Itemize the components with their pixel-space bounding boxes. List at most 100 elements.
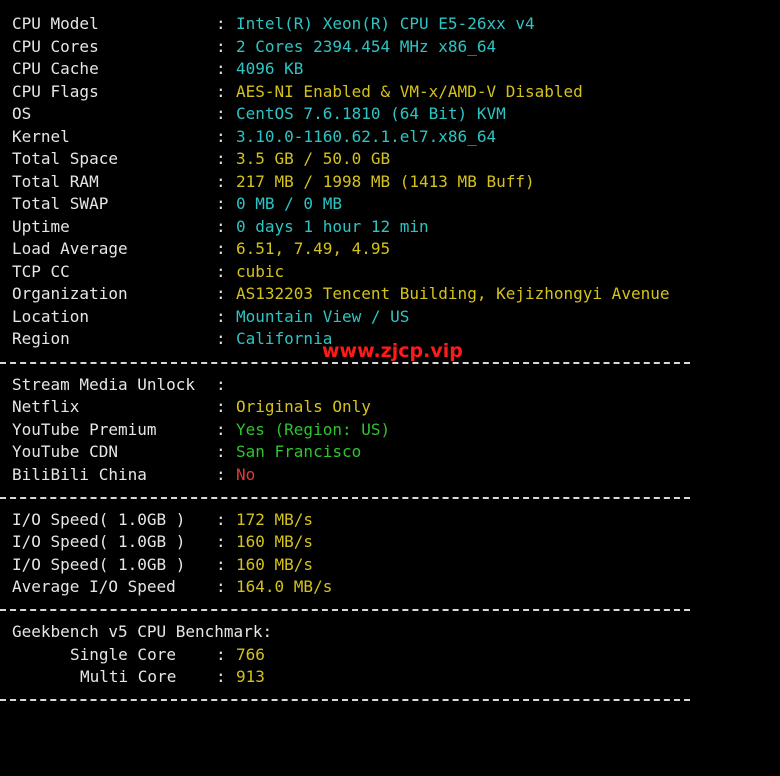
separator: : xyxy=(216,37,226,56)
label: Total SWAP xyxy=(12,194,109,213)
row-io-speed-2: I/O Speed( 1.0GB ) : 160 MB/s xyxy=(0,531,313,553)
divider xyxy=(0,362,690,364)
row-io-speed-3: I/O Speed( 1.0GB ) : 160 MB/s xyxy=(0,554,313,576)
label: OS xyxy=(12,104,32,123)
separator: : xyxy=(216,375,226,394)
divider xyxy=(0,497,690,499)
separator: : xyxy=(216,555,226,574)
row-uptime: Uptime : 0 days 1 hour 12 min xyxy=(0,216,429,238)
row-youtube-cdn: YouTube CDN : San Francisco xyxy=(0,441,361,463)
value: San Francisco xyxy=(236,442,362,461)
section-title: Geekbench v5 CPU Benchmark: xyxy=(12,622,273,641)
separator: : xyxy=(216,577,226,596)
value: 4096 KB xyxy=(236,59,304,78)
separator: : xyxy=(216,104,226,123)
separator: : xyxy=(216,420,226,439)
label: CPU Cores xyxy=(12,37,99,56)
value: 160 MB/s xyxy=(236,555,314,574)
row-cpu-model: CPU Model : Intel(R) Xeon(R) CPU E5-26xx… xyxy=(0,13,535,35)
value: 913 xyxy=(236,667,265,686)
value: CentOS 7.6.1810 (64 Bit) KVM xyxy=(236,104,506,123)
value: California xyxy=(236,329,333,348)
label: Netflix xyxy=(12,397,80,416)
label: CPU Cache xyxy=(12,59,99,78)
row-multi-core: Multi Core : 913 xyxy=(0,666,265,688)
label: Total RAM xyxy=(12,172,99,191)
row-average-io-speed: Average I/O Speed : 164.0 MB/s xyxy=(0,576,332,598)
label: Average I/O Speed xyxy=(12,577,176,596)
label: Region xyxy=(12,329,70,348)
value: Yes (Region: US) xyxy=(236,420,391,439)
row-io-speed-1: I/O Speed( 1.0GB ) : 172 MB/s xyxy=(0,509,313,531)
row-geekbench-header: Geekbench v5 CPU Benchmark: xyxy=(0,621,272,643)
label: Single Core xyxy=(70,645,176,664)
value: Originals Only xyxy=(236,397,371,416)
row-cpu-flags: CPU Flags : AES-NI Enabled & VM-x/AMD-V … xyxy=(0,81,583,103)
row-single-core: Single Core : 766 xyxy=(0,644,265,666)
row-cpu-cache: CPU Cache : 4096 KB xyxy=(0,58,303,80)
label: I/O Speed( 1.0GB ) xyxy=(12,555,186,574)
value: 164.0 MB/s xyxy=(236,577,333,596)
row-total-swap: Total SWAP : 0 MB / 0 MB xyxy=(0,193,342,215)
value: 172 MB/s xyxy=(236,510,314,529)
row-kernel: Kernel : 3.10.0-1160.62.1.el7.x86_64 xyxy=(0,126,496,148)
label: I/O Speed( 1.0GB ) xyxy=(12,532,186,551)
row-youtube-premium: YouTube Premium : Yes (Region: US) xyxy=(0,419,390,441)
value: 6.51, 7.49, 4.95 xyxy=(236,239,391,258)
value: 0 MB / 0 MB xyxy=(236,194,342,213)
label: BiliBili China xyxy=(12,465,147,484)
label: YouTube Premium xyxy=(12,420,157,439)
separator: : xyxy=(216,329,226,348)
separator: : xyxy=(216,149,226,168)
separator: : xyxy=(216,510,226,529)
separator: : xyxy=(216,532,226,551)
divider xyxy=(0,699,690,701)
separator: : xyxy=(216,667,226,686)
separator: : xyxy=(216,127,226,146)
terminal-output: CPU Model : Intel(R) Xeon(R) CPU E5-26xx… xyxy=(0,0,780,705)
watermark: www.zjcp.vip xyxy=(322,340,463,362)
label: Multi Core xyxy=(80,667,177,686)
separator: : xyxy=(216,82,226,101)
separator: : xyxy=(216,307,226,326)
label: Load Average xyxy=(12,239,128,258)
value: Mountain View / US xyxy=(236,307,410,326)
value: No xyxy=(236,465,256,484)
label: CPU Flags xyxy=(12,82,99,101)
value: cubic xyxy=(236,262,285,281)
row-total-ram: Total RAM : 217 MB / 1998 MB (1413 MB Bu… xyxy=(0,171,535,193)
row-bilibili-china: BiliBili China : No xyxy=(0,464,255,486)
value: 766 xyxy=(236,645,265,664)
separator: : xyxy=(216,59,226,78)
separator: : xyxy=(216,194,226,213)
row-cpu-cores: CPU Cores : 2 Cores 2394.454 MHz x86_64 xyxy=(0,36,496,58)
row-organization: Organization : AS132203 Tencent Building… xyxy=(0,283,669,305)
value: AS132203 Tencent Building, Kejizhongyi A… xyxy=(236,284,670,303)
label: Organization xyxy=(12,284,128,303)
value: 160 MB/s xyxy=(236,532,314,551)
label: CPU Model xyxy=(12,14,99,33)
divider xyxy=(0,609,690,611)
value: AES-NI Enabled & VM-x/AMD-V Disabled xyxy=(236,82,583,101)
label: Location xyxy=(12,307,90,326)
separator: : xyxy=(216,465,226,484)
value: Intel(R) Xeon(R) CPU E5-26xx v4 xyxy=(236,14,535,33)
row-location: Location : Mountain View / US xyxy=(0,306,409,328)
separator: : xyxy=(216,172,226,191)
separator: : xyxy=(216,442,226,461)
label: YouTube CDN xyxy=(12,442,118,461)
section-title: Stream Media Unlock xyxy=(12,375,196,394)
separator: : xyxy=(216,645,226,664)
label: Total Space xyxy=(12,149,118,168)
value: 2 Cores 2394.454 MHz x86_64 xyxy=(236,37,497,56)
label: Kernel xyxy=(12,127,70,146)
row-total-space: Total Space : 3.5 GB / 50.0 GB xyxy=(0,148,390,170)
value: 217 MB / 1998 MB (1413 MB Buff) xyxy=(236,172,535,191)
label: TCP CC xyxy=(12,262,70,281)
separator: : xyxy=(216,239,226,258)
separator: : xyxy=(216,14,226,33)
label: I/O Speed( 1.0GB ) xyxy=(12,510,186,529)
separator: : xyxy=(216,217,226,236)
separator: : xyxy=(216,262,226,281)
value: 0 days 1 hour 12 min xyxy=(236,217,429,236)
